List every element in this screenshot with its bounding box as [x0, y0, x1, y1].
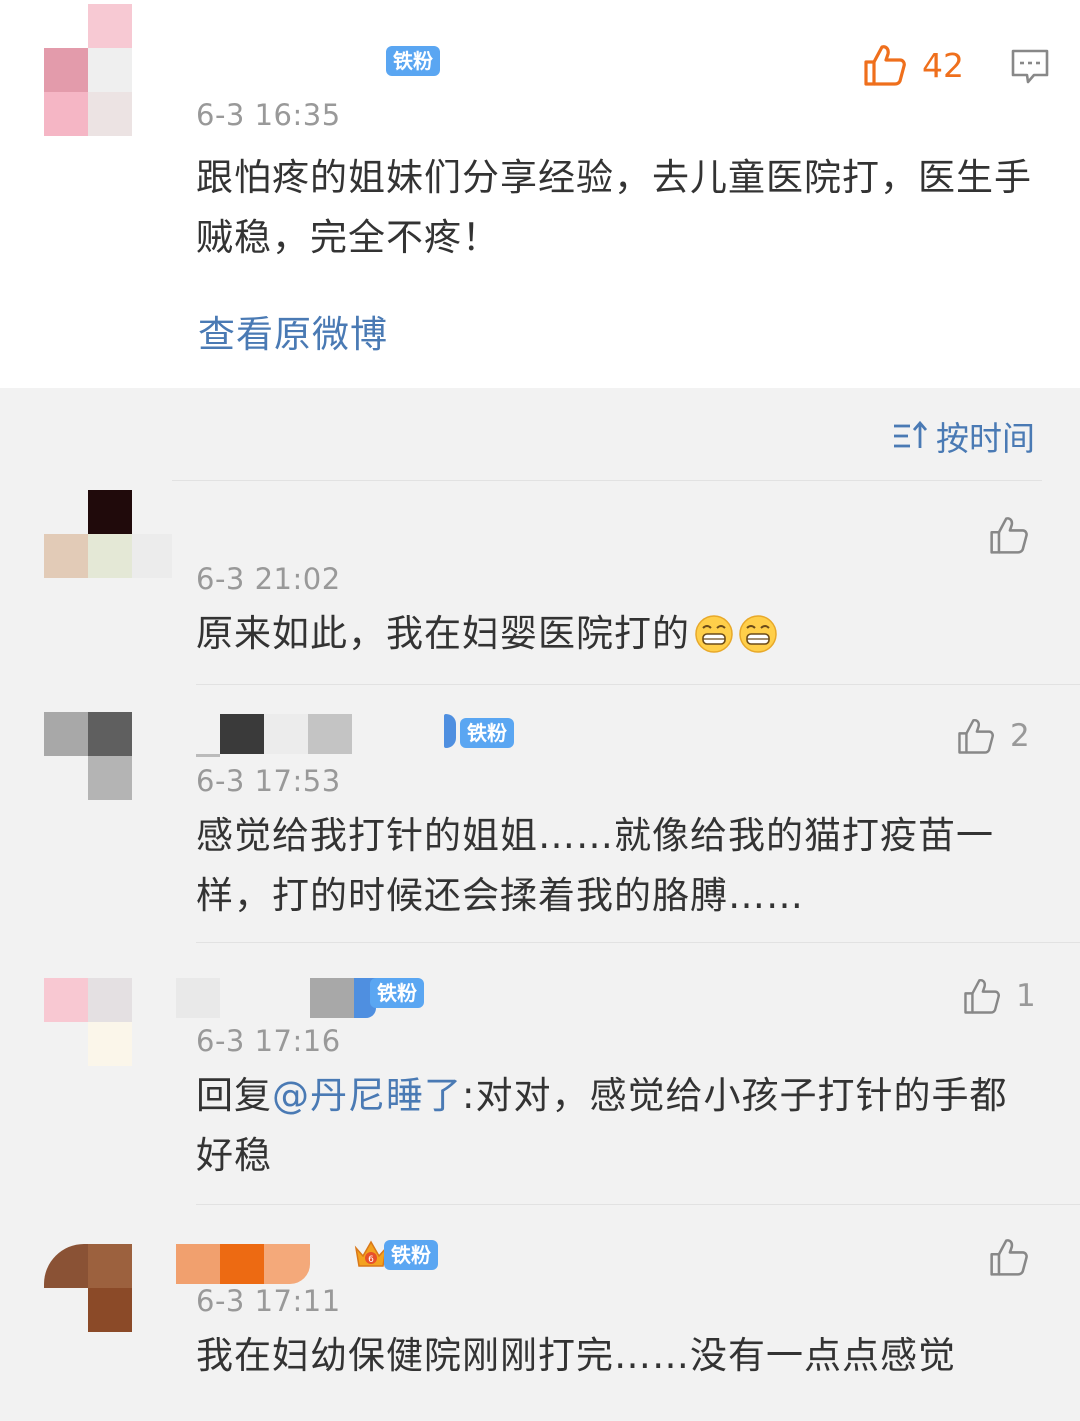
- divider: [196, 1204, 1080, 1205]
- fan-badge: 铁粉: [386, 46, 440, 76]
- avatar-edge: [132, 534, 172, 578]
- thumbs-up-icon: [958, 718, 994, 754]
- svg-text:6: 6: [368, 1255, 374, 1265]
- username-blurred[interactable]: [196, 714, 352, 757]
- like-button[interactable]: 1: [962, 976, 1036, 1016]
- thumbs-up-icon[interactable]: [988, 1236, 1030, 1278]
- sort-label: 按时间: [936, 419, 1035, 458]
- like-count: 2: [1010, 718, 1030, 754]
- badge-edge: [444, 714, 456, 748]
- fan-badge: 铁粉: [370, 978, 424, 1008]
- avatar[interactable]: [44, 490, 132, 578]
- comment-text: 回复@丹尼睡了:对对，感觉给小孩子打针的手都好稳: [196, 1066, 1026, 1186]
- comment-text-content: 原来如此，我在妇婴医院打的: [196, 612, 690, 655]
- divider: [196, 942, 1080, 943]
- comment-text: 感觉给我打针的姐姐……就像给我的猫打疫苗一样，打的时候还会揉着我的胳膊……: [196, 814, 994, 917]
- avatar[interactable]: [44, 1244, 132, 1332]
- timestamp: 6-3 16:35: [196, 98, 341, 132]
- username-blurred[interactable]: [176, 1244, 310, 1284]
- mention-link[interactable]: @丹尼睡了: [272, 1074, 462, 1117]
- grin-emoji-icon: [739, 615, 777, 653]
- fan-badge: 铁粉: [460, 718, 514, 748]
- avatar-lower: [44, 92, 132, 136]
- comment-text: 我在妇幼保健院刚刚打完……没有一点点感觉: [196, 1334, 956, 1377]
- thumbs-up-icon: [964, 978, 1000, 1014]
- comment-text: 原来如此，我在妇婴医院打的: [196, 604, 778, 664]
- timestamp: 6-3 21:02: [196, 562, 341, 596]
- like-count: 1: [1016, 978, 1036, 1014]
- avatar[interactable]: [44, 712, 132, 800]
- sort-toggle[interactable]: 按时间: [892, 412, 1035, 460]
- divider: [172, 480, 1042, 481]
- grin-emoji-icon: [695, 615, 733, 653]
- username-blurred[interactable]: [176, 978, 376, 1018]
- comment-text: 跟怕疼的姐妹们分享经验，去儿童医院打，医生手贼稳，完全不疼！: [196, 156, 1032, 259]
- fan-badge: 铁粉: [384, 1240, 438, 1270]
- reply-prefix: 回复: [196, 1074, 272, 1117]
- original-comment-card: 铁粉 42 6-3 16:35 跟怕疼的姐妹们分享经验，去儿童医院打，医生手贼稳…: [0, 0, 1080, 388]
- thumbs-up-icon: [864, 45, 906, 86]
- timestamp: 6-3 17:11: [196, 1284, 341, 1318]
- like-count: 42: [922, 45, 964, 85]
- timestamp: 6-3 17:53: [196, 764, 341, 798]
- sort-icon: [894, 420, 928, 448]
- comment-icon[interactable]: [1010, 48, 1050, 86]
- like-button[interactable]: 42: [862, 42, 964, 88]
- divider: [196, 684, 1080, 685]
- avatar[interactable]: [44, 978, 132, 1066]
- timestamp: 6-3 17:16: [196, 1024, 341, 1058]
- thumbs-up-icon[interactable]: [988, 514, 1030, 556]
- view-original-link[interactable]: 查看原微博: [198, 304, 388, 358]
- like-button[interactable]: 2: [956, 716, 1030, 756]
- avatar[interactable]: [44, 4, 132, 92]
